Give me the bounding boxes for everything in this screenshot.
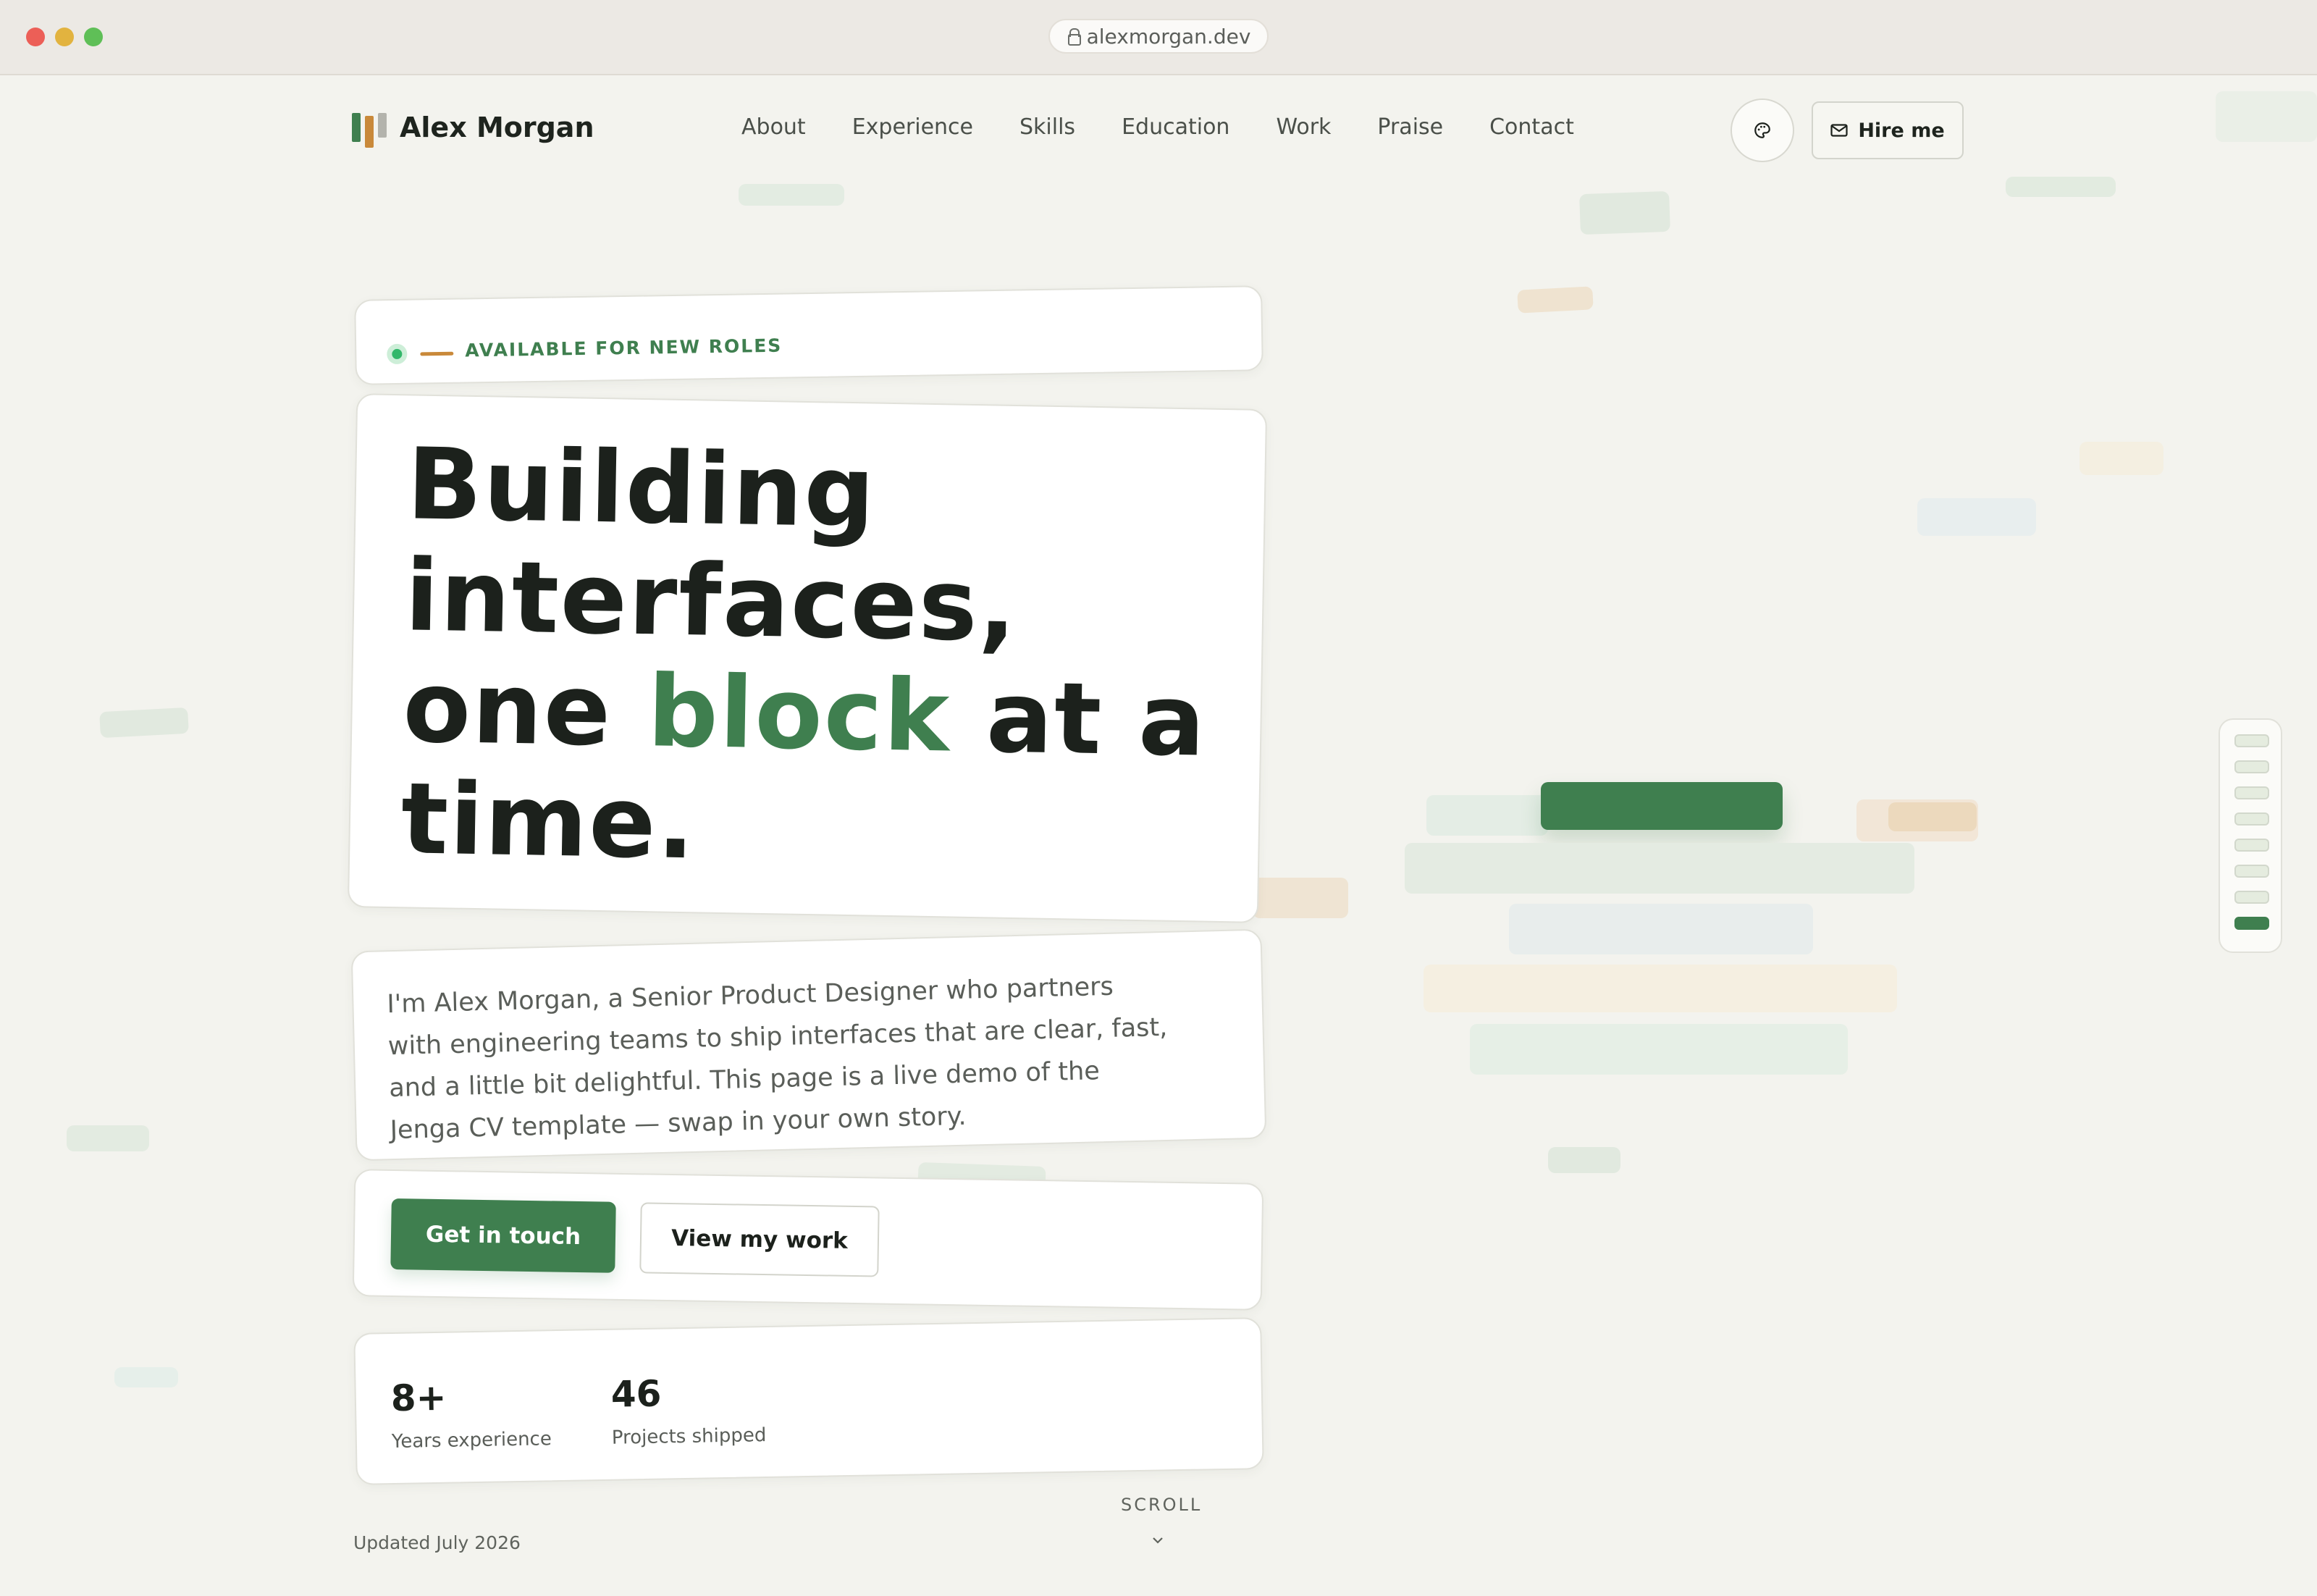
lock-icon (1067, 28, 1081, 46)
decor-block (1579, 190, 1670, 235)
cta-card: Get in touch View my work (352, 1169, 1264, 1311)
headline-card: Building interfaces, one block at a time… (347, 393, 1268, 923)
updated-date: Updated July 2026 (353, 1532, 521, 1553)
decor-block (1917, 498, 2036, 536)
nav-praise[interactable]: Praise (1377, 114, 1443, 140)
stat-projects: 46 Projects shipped (610, 1371, 766, 1449)
decor-block (1426, 795, 1548, 836)
decor-block (1253, 878, 1348, 918)
browser-chrome: alexmorgan.dev (0, 0, 2317, 75)
url-text: alexmorgan.dev (1086, 24, 1251, 49)
decor-block (1424, 965, 1897, 1012)
section-indicator[interactable] (2234, 734, 2269, 747)
decor-block (99, 707, 189, 739)
decor-block (1888, 802, 1977, 831)
status-dot-icon (387, 343, 408, 365)
section-indicator[interactable] (2234, 917, 2269, 930)
section-progress-rail (2219, 718, 2282, 953)
nav-contact[interactable]: Contact (1489, 114, 1574, 140)
section-indicator[interactable] (2234, 760, 2269, 773)
section-indicator[interactable] (2234, 891, 2269, 904)
stats-card: 8+ Years experience 46 Projects shipped (353, 1317, 1264, 1485)
scroll-hint[interactable]: SCROLL (1121, 1495, 1202, 1515)
decor-block (67, 1125, 149, 1151)
logo-block (365, 116, 374, 148)
hire-me-label: Hire me (1858, 119, 1945, 142)
stat-value: 46 (610, 1372, 662, 1416)
mail-icon (1830, 124, 1848, 137)
main-nav: About Experience Skills Education Work P… (741, 114, 1574, 140)
decor-block (1509, 904, 1813, 954)
nav-skills[interactable]: Skills (1019, 114, 1075, 140)
chevron-down-icon[interactable] (1151, 1534, 1164, 1547)
headline-accent: block (647, 655, 952, 775)
theme-toggle-button[interactable] (1731, 98, 1794, 162)
hero-headline: Building interfaces, one block at a time… (400, 427, 1219, 889)
brand-name[interactable]: Alex Morgan (400, 112, 594, 143)
intro-text: I'm Alex Morgan, a Senior Product Design… (386, 972, 1168, 1146)
address-bar[interactable]: alexmorgan.dev (1048, 19, 1269, 54)
badge-divider (420, 351, 454, 356)
maximize-window-button[interactable] (84, 28, 103, 46)
get-in-touch-button[interactable]: Get in touch (390, 1198, 616, 1273)
section-indicator[interactable] (2234, 786, 2269, 799)
close-window-button[interactable] (26, 28, 45, 46)
stat-label: Projects shipped (611, 1424, 767, 1449)
hire-me-button[interactable]: Hire me (1812, 101, 1964, 159)
stat-label: Years experience (391, 1428, 552, 1453)
logo-block (378, 113, 387, 138)
stat-value: 8+ (390, 1376, 447, 1420)
nav-education[interactable]: Education (1122, 114, 1229, 140)
decor-block (1405, 843, 1914, 894)
stat-years: 8+ Years experience (390, 1374, 552, 1453)
decor-block (114, 1367, 178, 1387)
headline-word: at a (985, 660, 1208, 779)
decor-block (2216, 91, 2317, 142)
logo-block (352, 113, 361, 142)
intro-card: I'm Alex Morgan, a Senior Product Design… (350, 928, 1267, 1162)
nav-about[interactable]: About (741, 114, 806, 140)
headline-line: one block at a (402, 650, 1215, 779)
section-indicator[interactable] (2234, 839, 2269, 852)
decor-block (2006, 177, 2116, 197)
decor-block (1470, 1024, 1848, 1075)
availability-badge: AVAILABLE FOR NEW ROLES (354, 285, 1263, 385)
decor-block (2080, 442, 2163, 475)
decor-block (739, 184, 844, 206)
availability-text: AVAILABLE FOR NEW ROLES (465, 335, 783, 361)
view-my-work-button[interactable]: View my work (639, 1202, 880, 1277)
headline-line: time. (400, 762, 697, 882)
headline-word: one (402, 650, 613, 769)
headline-line: interfaces, (404, 539, 1019, 665)
nav-work[interactable]: Work (1276, 114, 1331, 140)
brand-logo[interactable] (352, 113, 387, 148)
section-indicator[interactable] (2234, 865, 2269, 878)
minimize-window-button[interactable] (55, 28, 74, 46)
decor-block (1548, 1147, 1620, 1173)
decor-block (1541, 782, 1783, 830)
section-indicator[interactable] (2234, 812, 2269, 826)
headline-line: Building (405, 427, 878, 550)
nav-experience[interactable]: Experience (852, 114, 973, 140)
palette-icon (1754, 122, 1770, 138)
decor-block (1517, 286, 1594, 314)
